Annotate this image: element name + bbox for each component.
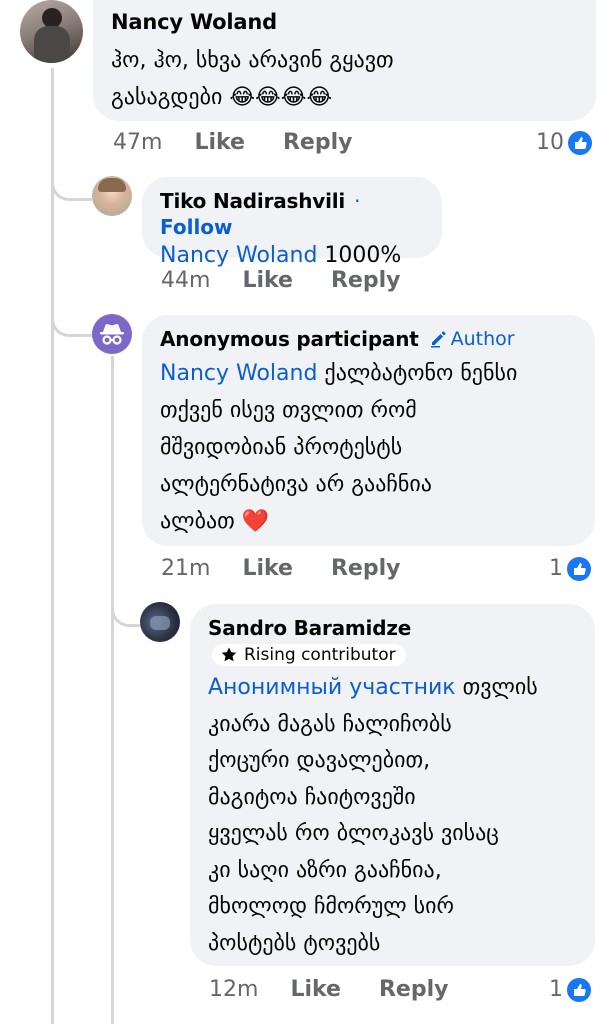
like-button[interactable]: Like: [194, 130, 245, 155]
follow-button[interactable]: Follow: [160, 215, 233, 239]
comment-text-line: კი საღი აზრი გააჩნია,: [208, 857, 442, 883]
reply-connector-3: [111, 588, 140, 627]
comment-text-line: ქალბატონო ნენსი: [317, 361, 518, 386]
comment-text-line: გასაგდები: [111, 85, 223, 110]
comment-header: Tiko Nadirashvili · Follow: [160, 187, 424, 239]
mention-link[interactable]: Nancy Woland: [160, 361, 317, 386]
reply-button[interactable]: Reply: [331, 268, 401, 293]
comment-text-line: 1000%: [317, 243, 402, 268]
avatar-figure: [42, 8, 62, 28]
comment-text-line: თქვენ ისევ თვლით რომ: [160, 398, 417, 423]
like-button[interactable]: Like: [290, 977, 341, 1002]
thumbs-up-icon: [568, 130, 592, 155]
comment-text: Nancy Woland ქალბატონო ნენსი თქვენ ისევ …: [160, 355, 577, 540]
comment-bubble: Tiko Nadirashvili · Follow Nancy Woland …: [142, 177, 442, 268]
avatar-tiko-nadirashvili[interactable]: [92, 176, 132, 216]
comment-text: ჰო, ჰო, სხვა არავინ გყავთ გასაგდები 😂😂😂😂: [111, 42, 578, 116]
comment-time[interactable]: 21m: [161, 556, 210, 581]
reply-button[interactable]: Reply: [331, 556, 401, 581]
avatar-figure-body: [34, 26, 70, 63]
mention-link[interactable]: Анонимный участник: [208, 675, 456, 700]
comment-time[interactable]: 47m: [113, 130, 162, 155]
comment-text-line: ალბათ: [160, 509, 235, 534]
avatar-sandro-baramidze[interactable]: [140, 602, 180, 642]
comment-bubble: Sandro Baramidze Rising contributor Анон…: [190, 604, 595, 966]
avatar-nancy-woland[interactable]: [20, 0, 83, 63]
comment-author[interactable]: Tiko Nadirashvili: [160, 189, 345, 213]
comment-actions: 21m Like Reply: [161, 556, 400, 581]
reaction-summary[interactable]: 10: [536, 130, 592, 155]
rising-contributor-badge: Rising contributor: [212, 644, 406, 666]
pencil-icon: [430, 331, 446, 348]
comment-text-line: ყველას რო ბლოკავს ვისაც: [208, 821, 499, 846]
comment-author[interactable]: Sandro Baramidze: [208, 614, 577, 642]
incognito-icon[interactable]: [92, 314, 132, 354]
comment-time[interactable]: 12m: [209, 977, 258, 1002]
author-badge: Author: [429, 328, 515, 350]
thread-line-nested: [111, 356, 114, 1024]
reaction-count: 1: [549, 977, 563, 1002]
comment-bubble: Nancy Woland ჰო, ჰო, სხვა არავინ გყავთ გ…: [93, 0, 596, 121]
laughing-emoji: 😂😂😂😂: [229, 85, 333, 110]
avatar-hair: [98, 178, 126, 192]
comment-text-line: მხოლოდ ჩმორულ სირ: [208, 894, 455, 919]
comment-text: Анонимный участник თვლის კიარა მაგას ჩალ…: [208, 670, 577, 962]
heart-emoji: ❤️: [241, 509, 270, 534]
comment-text-line: მაგიტოა ჩაიტოვეში: [208, 784, 416, 810]
thread-line-main: [51, 68, 54, 1024]
reaction-summary[interactable]: 1: [549, 977, 591, 1002]
comment-header: Anonymous participant Author: [160, 325, 577, 353]
comment-text-line: პოსტებს ტოვებს: [208, 930, 381, 956]
like-button[interactable]: Like: [242, 556, 293, 581]
comment-text-line: ალტერნატივა არ გააჩნია: [160, 472, 432, 497]
comment-time[interactable]: 44m: [161, 268, 210, 293]
comment-bubble: Anonymous participant Author Nancy Wolan…: [142, 315, 595, 546]
reply-button[interactable]: Reply: [379, 977, 449, 1002]
comment-text-line: ქოცური დავალებით,: [208, 748, 431, 773]
thumbs-up-icon: [567, 977, 591, 1002]
reply-connector-1: [51, 170, 92, 201]
comment-text-line: ჰო, ჰო, სხვა არავინ გყავთ: [111, 48, 394, 73]
author-badge-label: Author: [450, 328, 515, 350]
comment-actions: 44m Like Reply: [161, 268, 400, 293]
thumbs-up-icon: [567, 556, 591, 581]
comment-actions: 12m Like Reply: [209, 977, 448, 1002]
reaction-count: 1: [549, 556, 563, 581]
comment-text-line: მშვიდობიან პროტესტს: [160, 435, 403, 460]
comment-author[interactable]: Nancy Woland: [111, 8, 578, 36]
comment-author[interactable]: Anonymous participant: [160, 325, 419, 353]
comment-text-line: კიარა მაგას ჩალიჩობს: [208, 711, 452, 737]
reaction-count: 10: [536, 130, 564, 155]
star-icon: [221, 647, 237, 662]
comment-actions: 47m Like Reply: [113, 130, 352, 155]
mention-link[interactable]: Nancy Woland: [160, 243, 317, 268]
like-button[interactable]: Like: [242, 268, 293, 293]
avatar-detail: [150, 616, 170, 630]
badge-label: Rising contributor: [244, 645, 396, 665]
reply-connector-2: [51, 300, 92, 337]
comment-text-line: თვლის: [455, 675, 538, 700]
reply-button[interactable]: Reply: [283, 130, 353, 155]
separator-dot: ·: [354, 189, 361, 213]
reaction-summary[interactable]: 1: [549, 556, 591, 581]
